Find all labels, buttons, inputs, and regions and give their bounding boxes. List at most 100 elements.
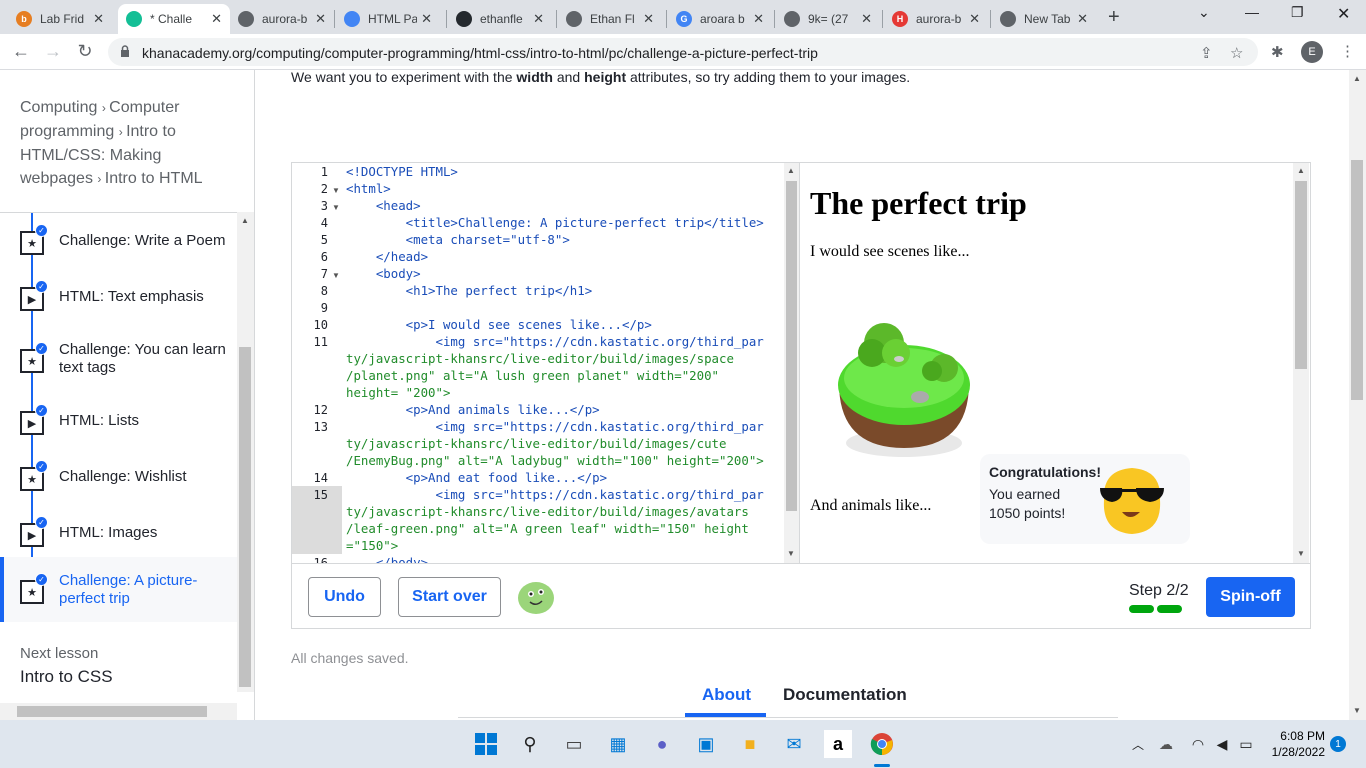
scroll-up-icon[interactable]: ▲ bbox=[241, 216, 249, 225]
horizontal-scroll-thumb[interactable] bbox=[17, 706, 207, 717]
profile-avatar[interactable]: E bbox=[1301, 41, 1323, 63]
menu-icon[interactable]: ⋮ bbox=[1340, 42, 1355, 60]
minimize-button[interactable]: — bbox=[1245, 4, 1259, 20]
sidebar-item[interactable]: ▶ ✓ HTML: Text emphasis bbox=[0, 277, 237, 317]
breadcrumb-computing[interactable]: Computing bbox=[20, 99, 97, 116]
close-tab-icon[interactable]: ✕ bbox=[969, 11, 980, 27]
sidebar-item[interactable]: ★ ✓ Challenge: Write a Poem bbox=[0, 221, 237, 261]
battery-icon[interactable]: ▭ bbox=[1232, 730, 1260, 758]
sidebar-horizontal-scrollbar[interactable] bbox=[0, 703, 237, 720]
notification-badge[interactable]: 1 bbox=[1330, 736, 1346, 752]
completed-check-icon: ✓ bbox=[35, 516, 48, 529]
line-number: 15 bbox=[313, 488, 328, 502]
breadcrumb-intro-to-html[interactable]: Intro to HTML bbox=[105, 170, 203, 187]
clock-time: 6:08 PM bbox=[1280, 729, 1325, 743]
maximize-button[interactable]: ❐ bbox=[1291, 4, 1304, 21]
system-clock[interactable]: 6:08 PM 1/28/2022 bbox=[1265, 728, 1325, 760]
fold-arrow-icon[interactable]: ▼ bbox=[332, 186, 340, 195]
tab-documentation[interactable]: Documentation bbox=[783, 685, 907, 705]
store-icon[interactable]: ▣ bbox=[692, 730, 720, 758]
tab-title: aurora-b bbox=[262, 12, 308, 26]
fold-arrow-icon[interactable]: ▼ bbox=[332, 271, 340, 280]
sidebar-scrollbar[interactable]: ▲ bbox=[237, 212, 254, 692]
browser-tab[interactable]: Garoara b ✕ bbox=[668, 4, 772, 34]
close-window-button[interactable]: ✕ bbox=[1337, 4, 1350, 24]
sidebar-item[interactable]: ★ ✓ Challenge: A picture-perfect trip bbox=[0, 557, 237, 622]
toast-title: Congratulations! bbox=[989, 464, 1101, 480]
close-tab-icon[interactable]: ✕ bbox=[643, 11, 654, 27]
browser-tab[interactable]: 9k= (27 ✕ bbox=[776, 4, 880, 34]
back-button[interactable]: ← bbox=[10, 41, 32, 62]
new-tab-button[interactable]: + bbox=[1108, 6, 1120, 29]
code-scroll-thumb[interactable] bbox=[786, 181, 797, 511]
scroll-down-icon[interactable]: ▼ bbox=[787, 549, 795, 558]
scroll-up-icon[interactable]: ▲ bbox=[1297, 166, 1305, 175]
page-scroll-thumb[interactable] bbox=[1351, 160, 1363, 400]
completed-check-icon: ✓ bbox=[35, 342, 48, 355]
khan-icon bbox=[126, 11, 142, 27]
search-icon[interactable]: ⚲ bbox=[516, 730, 544, 758]
close-tab-icon[interactable]: ✕ bbox=[533, 11, 544, 27]
close-tab-icon[interactable]: ✕ bbox=[93, 11, 104, 27]
start-over-button[interactable]: Start over bbox=[398, 577, 501, 617]
amazon-icon[interactable]: a bbox=[824, 730, 852, 758]
browser-tab[interactable]: * Challe ✕ bbox=[118, 4, 230, 34]
challenge-instructions: We want you to experiment with the width… bbox=[291, 69, 910, 85]
scroll-down-icon[interactable]: ▼ bbox=[1353, 706, 1361, 715]
scroll-down-icon[interactable]: ▼ bbox=[1297, 549, 1305, 558]
browser-tab[interactable]: HTML Pa ✕ bbox=[336, 4, 440, 34]
h-icon: H bbox=[892, 11, 908, 27]
browser-tab[interactable]: Haurora-b ✕ bbox=[884, 4, 988, 34]
code-scrollbar[interactable]: ▲ ▼ bbox=[784, 163, 799, 563]
scroll-up-icon[interactable]: ▲ bbox=[1353, 74, 1361, 83]
preview-scrollbar[interactable]: ▲ ▼ bbox=[1293, 163, 1309, 563]
page-scrollbar[interactable]: ▲ ▼ bbox=[1349, 70, 1366, 720]
sidebar-item[interactable]: ▶ ✓ HTML: Images bbox=[0, 513, 237, 553]
sidebar-scroll-thumb[interactable] bbox=[239, 347, 251, 687]
spin-off-button[interactable]: Spin-off bbox=[1206, 577, 1295, 617]
omnibox[interactable]: khanacademy.org/computing/computer-progr… bbox=[108, 38, 1258, 66]
scroll-up-icon[interactable]: ▲ bbox=[787, 166, 795, 175]
hint-character-icon[interactable] bbox=[516, 580, 556, 616]
browser-tab[interactable]: ethanfle ✕ bbox=[448, 4, 552, 34]
close-tab-icon[interactable]: ✕ bbox=[421, 11, 432, 27]
teams-chat-icon[interactable]: ● bbox=[648, 730, 676, 758]
mail-icon[interactable]: ✉ bbox=[780, 730, 808, 758]
close-tab-icon[interactable]: ✕ bbox=[1077, 11, 1088, 27]
completed-check-icon: ✓ bbox=[35, 404, 48, 417]
next-lesson-link[interactable]: Intro to CSS bbox=[20, 667, 113, 687]
browser-tab[interactable]: b Lab Frid ✕ bbox=[8, 4, 112, 34]
reload-button[interactable]: ↻ bbox=[74, 41, 96, 62]
close-tab-icon[interactable]: ✕ bbox=[861, 11, 872, 27]
tab-search-icon[interactable]: ⌄ bbox=[1198, 4, 1210, 21]
forward-button[interactable]: → bbox=[42, 41, 64, 62]
close-tab-icon[interactable]: ✕ bbox=[753, 11, 764, 27]
extensions-icon[interactable]: ✱ bbox=[1271, 43, 1284, 61]
task-view-icon[interactable]: ▭ bbox=[560, 730, 588, 758]
sidebar-item[interactable]: ★ ✓ Challenge: You can learn text tags bbox=[0, 331, 237, 387]
browser-tab[interactable]: New Tab ✕ bbox=[992, 4, 1096, 34]
file-explorer-icon[interactable]: ■ bbox=[736, 730, 764, 758]
close-tab-icon[interactable]: ✕ bbox=[211, 11, 222, 27]
cloud-icon[interactable]: ☁ bbox=[1152, 730, 1180, 758]
bookmark-star-icon[interactable]: ☆ bbox=[1230, 44, 1243, 62]
undo-button[interactable]: Undo bbox=[308, 577, 381, 617]
fold-arrow-icon[interactable]: ▼ bbox=[332, 203, 340, 212]
sidebar-item-label: Challenge: Wishlist bbox=[59, 468, 187, 485]
tab-about[interactable]: About bbox=[702, 685, 751, 705]
breadcrumb-separator-icon: › bbox=[97, 172, 105, 186]
code-editor[interactable]: 1 2 ▼ 3 ▼ 4 5 6 7 ▼ 8 9 10 11 12 13 14 15 16 <!DOCTYPE HTM… bbox=[292, 163, 800, 563]
browser-tab[interactable]: Ethan Fl ✕ bbox=[558, 4, 662, 34]
preview-scroll-thumb[interactable] bbox=[1295, 181, 1307, 369]
tray-chevron-icon[interactable]: ︿ bbox=[1124, 730, 1152, 758]
content-tabs: About Documentation bbox=[458, 683, 1118, 718]
code-line: <h1>The perfect trip</h1> bbox=[346, 283, 593, 298]
windows-start-icon[interactable] bbox=[472, 730, 500, 758]
widgets-icon[interactable]: ▦ bbox=[604, 730, 632, 758]
sidebar-item[interactable]: ★ ✓ Challenge: Wishlist bbox=[0, 457, 237, 497]
close-tab-icon[interactable]: ✕ bbox=[315, 11, 326, 27]
browser-tab[interactable]: aurora-b ✕ bbox=[230, 4, 334, 34]
sidebar-item[interactable]: ▶ ✓ HTML: Lists bbox=[0, 401, 237, 441]
share-icon[interactable]: ⇪ bbox=[1200, 44, 1213, 62]
chrome-icon[interactable] bbox=[868, 730, 896, 758]
